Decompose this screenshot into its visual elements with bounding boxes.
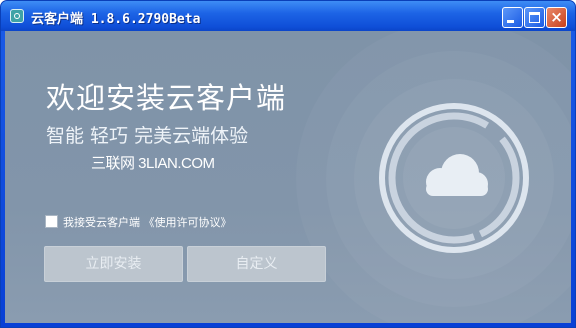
main-panel: 欢迎安装云客户端 智能 轻巧 完美云端体验 三联网 3LIAN.COM 我接受云… bbox=[5, 31, 571, 323]
installer-window: 云客户端 1.8.6.2790Beta × 欢迎安装云客户端 智能 轻巧 完美云… bbox=[0, 0, 576, 328]
custom-button[interactable]: 自定义 bbox=[187, 246, 326, 282]
maximize-button[interactable] bbox=[524, 7, 545, 28]
install-button[interactable]: 立即安装 bbox=[44, 246, 183, 282]
maximize-icon bbox=[529, 12, 540, 23]
app-icon bbox=[10, 9, 24, 23]
minimize-icon bbox=[507, 20, 514, 23]
welcome-heading: 欢迎安装云客户端 bbox=[46, 81, 287, 115]
agree-checkbox[interactable] bbox=[45, 215, 58, 228]
agree-label[interactable]: 我接受云客户端 《使用许可协议》 bbox=[63, 214, 232, 230]
tagline: 智能 轻巧 完美云端体验 bbox=[46, 125, 249, 147]
window-title: 云客户端 1.8.6.2790Beta bbox=[31, 12, 201, 27]
watermark-text: 三联网 3LIAN.COM bbox=[91, 155, 215, 172]
title-bar[interactable]: 云客户端 1.8.6.2790Beta × bbox=[1, 1, 575, 31]
minimize-button[interactable] bbox=[502, 7, 523, 28]
cloud-logo bbox=[379, 103, 529, 253]
close-button[interactable]: × bbox=[546, 7, 567, 28]
close-icon: × bbox=[550, 8, 563, 26]
